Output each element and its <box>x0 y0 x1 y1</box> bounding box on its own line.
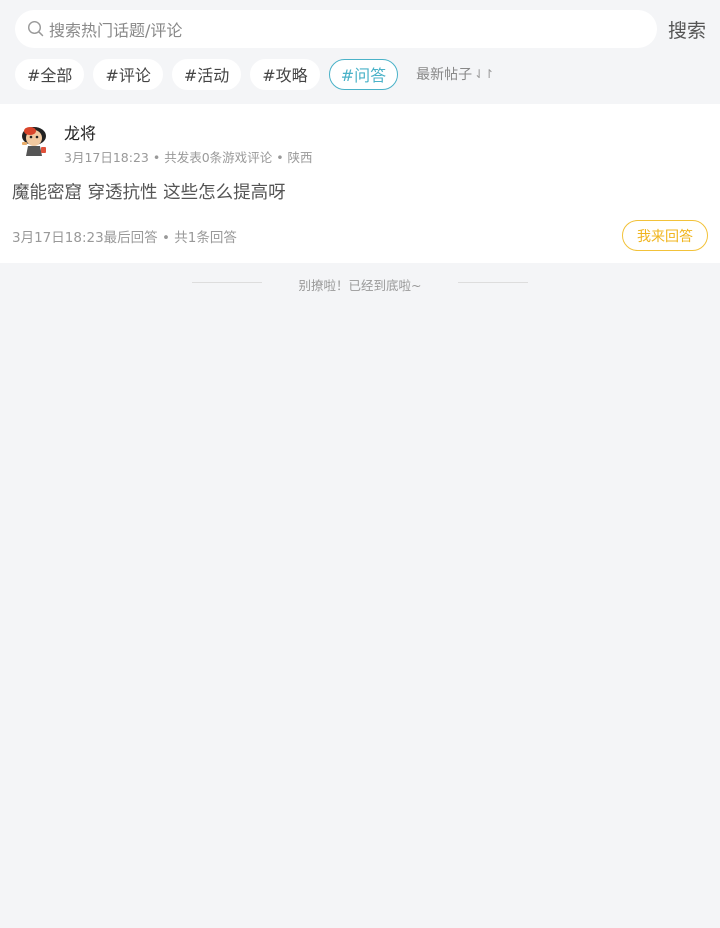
meta-dot: • <box>276 150 288 165</box>
post-footer-meta: 3月17日18:23最后回答 • 共1条回答 <box>12 226 237 246</box>
reply-count: 共1条回答 <box>174 230 237 246</box>
tag-comments[interactable]: #评论 <box>93 58 163 90</box>
search-placeholder: 搜索热门话题/评论 <box>49 21 183 40</box>
search-button[interactable]: 搜索 <box>668 16 706 43</box>
tag-qa[interactable]: #问答 <box>328 58 399 90</box>
tag-events[interactable]: #活动 <box>171 58 242 90</box>
post-card[interactable]: 龙将 3月17日18:23 • 共发表0条游戏评论 • 陕西 魔能密窟 穿透抗性… <box>0 104 720 263</box>
search-icon <box>27 20 45 38</box>
post-title[interactable]: 魔能密窟 穿透抗性 这些怎么提高呀 <box>12 179 286 204</box>
tag-all[interactable]: #全部 <box>15 58 85 90</box>
top-bar: 搜索热门话题/评论 搜索 #全部 #评论 #活动 #攻略 #问答 最新帖子 ⇃↾ <box>0 0 720 104</box>
tag-guides[interactable]: #攻略 <box>250 58 320 90</box>
tag-filter-bar: #全部 #评论 #活动 #攻略 #问答 最新帖子 ⇃↾ <box>15 58 494 90</box>
author-stats: 共发表0条游戏评论 <box>164 150 273 165</box>
answer-button[interactable]: 我来回答 <box>622 220 708 251</box>
last-reply-time: 3月17日18:23最后回答 <box>12 230 158 246</box>
sort-dropdown[interactable]: 最新帖子 ⇃↾ <box>416 64 494 84</box>
sort-label: 最新帖子 <box>416 67 473 83</box>
author-name[interactable]: 龙将 <box>64 120 96 144</box>
search-input[interactable]: 搜索热门话题/评论 <box>15 10 657 48</box>
avatar[interactable] <box>14 120 54 160</box>
meta-dot: • <box>161 230 175 246</box>
post-meta: 3月17日18:23 • 共发表0条游戏评论 • 陕西 <box>64 147 313 166</box>
meta-dot: • <box>152 150 165 165</box>
author-region: 陕西 <box>287 150 313 165</box>
sort-arrows-icon: ⇃↾ <box>474 67 495 81</box>
post-time: 3月17日18:23 <box>64 150 149 165</box>
end-of-list-message: 别撩啦！已经到底啦~ <box>298 278 422 293</box>
divider-right <box>458 282 528 283</box>
